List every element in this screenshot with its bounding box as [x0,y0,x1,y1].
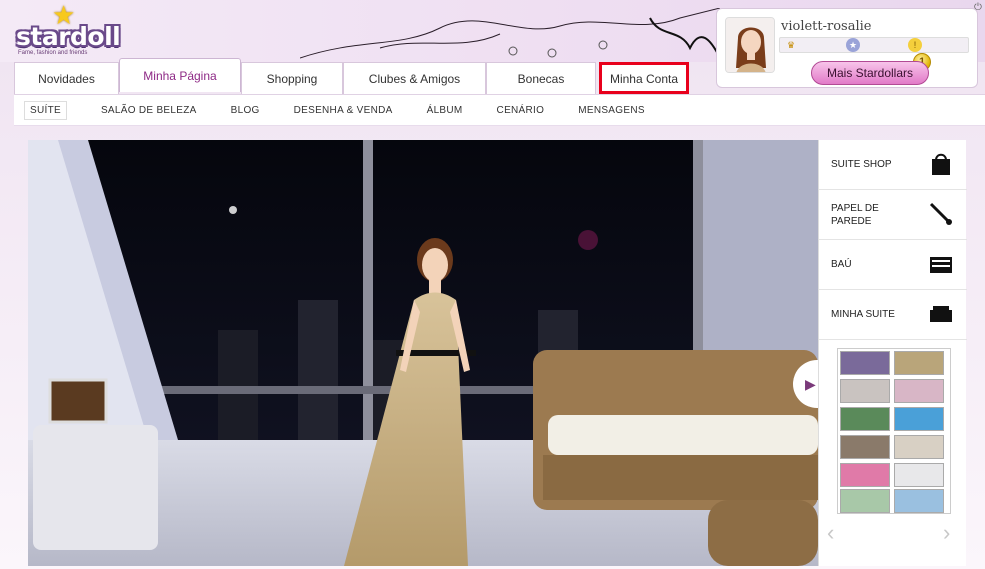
tab-label: Bonecas [517,71,565,86]
room-illustration [28,140,818,566]
logo-wordmark: stardoll [16,22,121,51]
side-item-papel-de-parede[interactable]: PAPEL DE PAREDE [819,190,967,240]
suite-room-scene[interactable] [28,140,818,566]
subnav-blog[interactable]: BLOG [231,105,260,116]
user-stats-bar: ♛ ★ ! [779,37,969,53]
side-item-minha-suite[interactable]: MINHA SUITE [819,290,967,340]
crown-icon: ♛ [786,40,796,50]
suite-thumbnail[interactable] [840,379,890,403]
tab-label: Minha Página [143,68,217,83]
suite-icon [930,306,952,322]
decorative-swirl [300,8,720,59]
suite-thumbnail[interactable] [840,351,890,375]
suite-thumbnail[interactable] [894,351,944,375]
suite-thumbnail[interactable] [840,435,890,459]
stardollar-icon: ! [908,38,922,52]
tab-minha-pagina[interactable]: Minha Página [119,58,241,92]
main-tabs: Novidades Minha Página Shopping Clubes &… [14,58,689,94]
paintbrush-icon [929,202,952,225]
shopping-bag-icon [932,153,950,175]
suite-thumbnail[interactable] [840,463,890,487]
suite-thumbnail[interactable] [894,435,944,459]
side-item-label: PAPEL DE PAREDE [831,202,879,227]
thumbnail-prev-icon[interactable]: ‹ [827,520,834,546]
stardoll-logo[interactable]: ★ stardoll Fame, fashion and friends [14,0,124,56]
tab-shopping[interactable]: Shopping [241,62,343,94]
side-item-suite-shop[interactable]: SUITE SHOP [819,140,967,190]
suite-thumbnail[interactable] [894,407,944,431]
side-item-label: SUITE SHOP [831,159,892,170]
subnav-mensagens[interactable]: MENSAGENS [578,105,645,116]
tab-novidades[interactable]: Novidades [14,62,119,94]
tab-bonecas[interactable]: Bonecas [486,62,596,94]
mais-stardollars-button[interactable]: Mais Stardollars [811,61,929,85]
tab-label: Minha Conta [609,71,679,86]
subnav-album[interactable]: ÁLBUM [427,105,463,116]
subnav-cenario[interactable]: CENÁRIO [497,105,545,116]
suite-thumbnail[interactable] [840,407,890,431]
subnav-suite[interactable]: SUÍTE [24,100,67,120]
side-item-label: MINHA SUITE [831,309,895,320]
suite-thumbnail[interactable] [894,463,944,487]
tab-clubes-amigos[interactable]: Clubes & Amigos [343,62,486,94]
tab-minha-conta[interactable]: Minha Conta [599,62,689,94]
tab-label: Novidades [38,71,95,86]
logo-tagline: Fame, fashion and friends [18,50,88,56]
subnav-desenha-venda[interactable]: DESENHA & VENDA [294,105,393,116]
user-panel: violett-rosalie ♛ ★ ! 1 Mais Stardollars [716,8,978,88]
suite-thumbnail[interactable] [840,489,890,513]
tab-label: Clubes & Amigos [368,71,461,86]
suite-thumbnail-grid [837,348,951,514]
starcoin-icon: ★ [846,38,860,52]
thumbnail-next-icon[interactable]: › [943,520,950,546]
suite-thumbnail[interactable] [894,489,944,513]
subnav-salao-de-beleza[interactable]: SALÃO DE BELEZA [101,105,197,116]
chest-icon [930,257,952,273]
tab-label: Shopping [266,71,318,86]
sub-navigation: SUÍTE SALÃO DE BELEZA BLOG DESENHA & VEN… [14,94,985,126]
avatar[interactable] [725,17,775,73]
side-item-bau[interactable]: BAÚ [819,240,967,290]
suite-side-panel: SUITE SHOP PAPEL DE PAREDE BAÚ MINHA SUI… [818,140,967,566]
side-item-label: BAÚ [831,259,852,270]
username: violett-rosalie [781,19,872,34]
suite-thumbnail[interactable] [894,379,944,403]
